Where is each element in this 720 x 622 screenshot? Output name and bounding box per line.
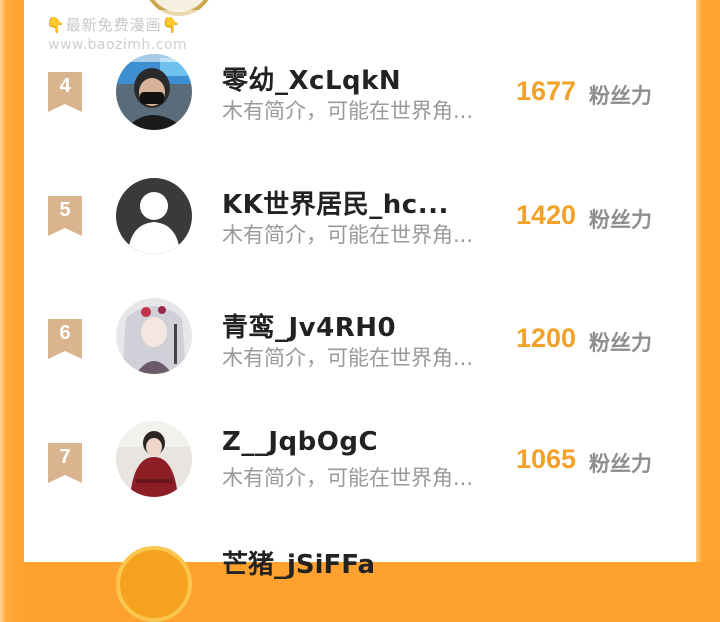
watermark-line1: 👇最新免费漫画👇 xyxy=(46,16,182,34)
watermark-url: www.baozimh.com xyxy=(48,37,188,53)
list-item[interactable]: 6 青鸾_Jv4RH0 木有简介，可能在世界角... 1200 粉丝力 xyxy=(24,289,696,389)
user-name-partial[interactable]: 芒猪_jSiFFa xyxy=(222,544,375,581)
fan-power-count: 1677 xyxy=(516,76,577,106)
rank-badge: 7 xyxy=(48,443,82,483)
user-bio: 木有简介，可能在世界角... xyxy=(222,223,474,247)
user-name[interactable]: 零幼_XcLqkN xyxy=(222,60,401,97)
fan-power-count: 1200 xyxy=(516,323,577,353)
user-bio: 木有简介，可能在世界角... xyxy=(222,466,474,490)
user-name[interactable]: 青鸾_Jv4RH0 xyxy=(222,307,396,344)
list-item[interactable]: 5 KK世界居民_hc... 木有简介，可能在世界角... 1420 粉丝力 xyxy=(24,166,696,266)
list-item[interactable]: 7 Z__JqbOgC 木有简介，可能在世界角... 1065 粉丝力 xyxy=(24,413,696,513)
rank-number: 4 xyxy=(59,75,71,97)
watermark: 👇最新免费漫画👇 www.baozimh.com xyxy=(34,10,210,62)
avatar[interactable] xyxy=(116,298,192,374)
user-bio: 木有简介，可能在世界角... xyxy=(222,99,474,123)
user-bio: 木有简介，可能在世界角... xyxy=(222,346,474,370)
fan-power-count: 1065 xyxy=(516,444,577,474)
rank-badge: 6 xyxy=(48,319,82,359)
rank-number: 6 xyxy=(59,322,71,344)
avatar[interactable] xyxy=(116,421,192,497)
avatar-partial[interactable] xyxy=(116,546,192,622)
right-frame-border xyxy=(696,0,720,562)
rank-badge: 4 xyxy=(48,72,82,112)
user-name[interactable]: Z__JqbOgC xyxy=(222,427,378,457)
rank-badge: 5 xyxy=(48,196,82,236)
fan-power-label: 粉丝力 xyxy=(589,208,652,232)
fan-power-label: 粉丝力 xyxy=(589,331,652,355)
fan-power-label: 粉丝力 xyxy=(589,84,652,108)
rank-number: 7 xyxy=(59,446,71,468)
user-name[interactable]: KK世界居民_hc... xyxy=(222,184,449,221)
fan-power-label: 粉丝力 xyxy=(589,452,652,476)
fan-power-count: 1420 xyxy=(516,200,577,230)
avatar[interactable] xyxy=(116,54,192,130)
default-user-icon[interactable] xyxy=(116,178,192,254)
leaderboard-panel: 4 零幼_XcLqkN 木有简介，可能在世界角... 1677 粉丝力 5 KK… xyxy=(24,0,696,622)
rank-number: 5 xyxy=(59,199,71,221)
